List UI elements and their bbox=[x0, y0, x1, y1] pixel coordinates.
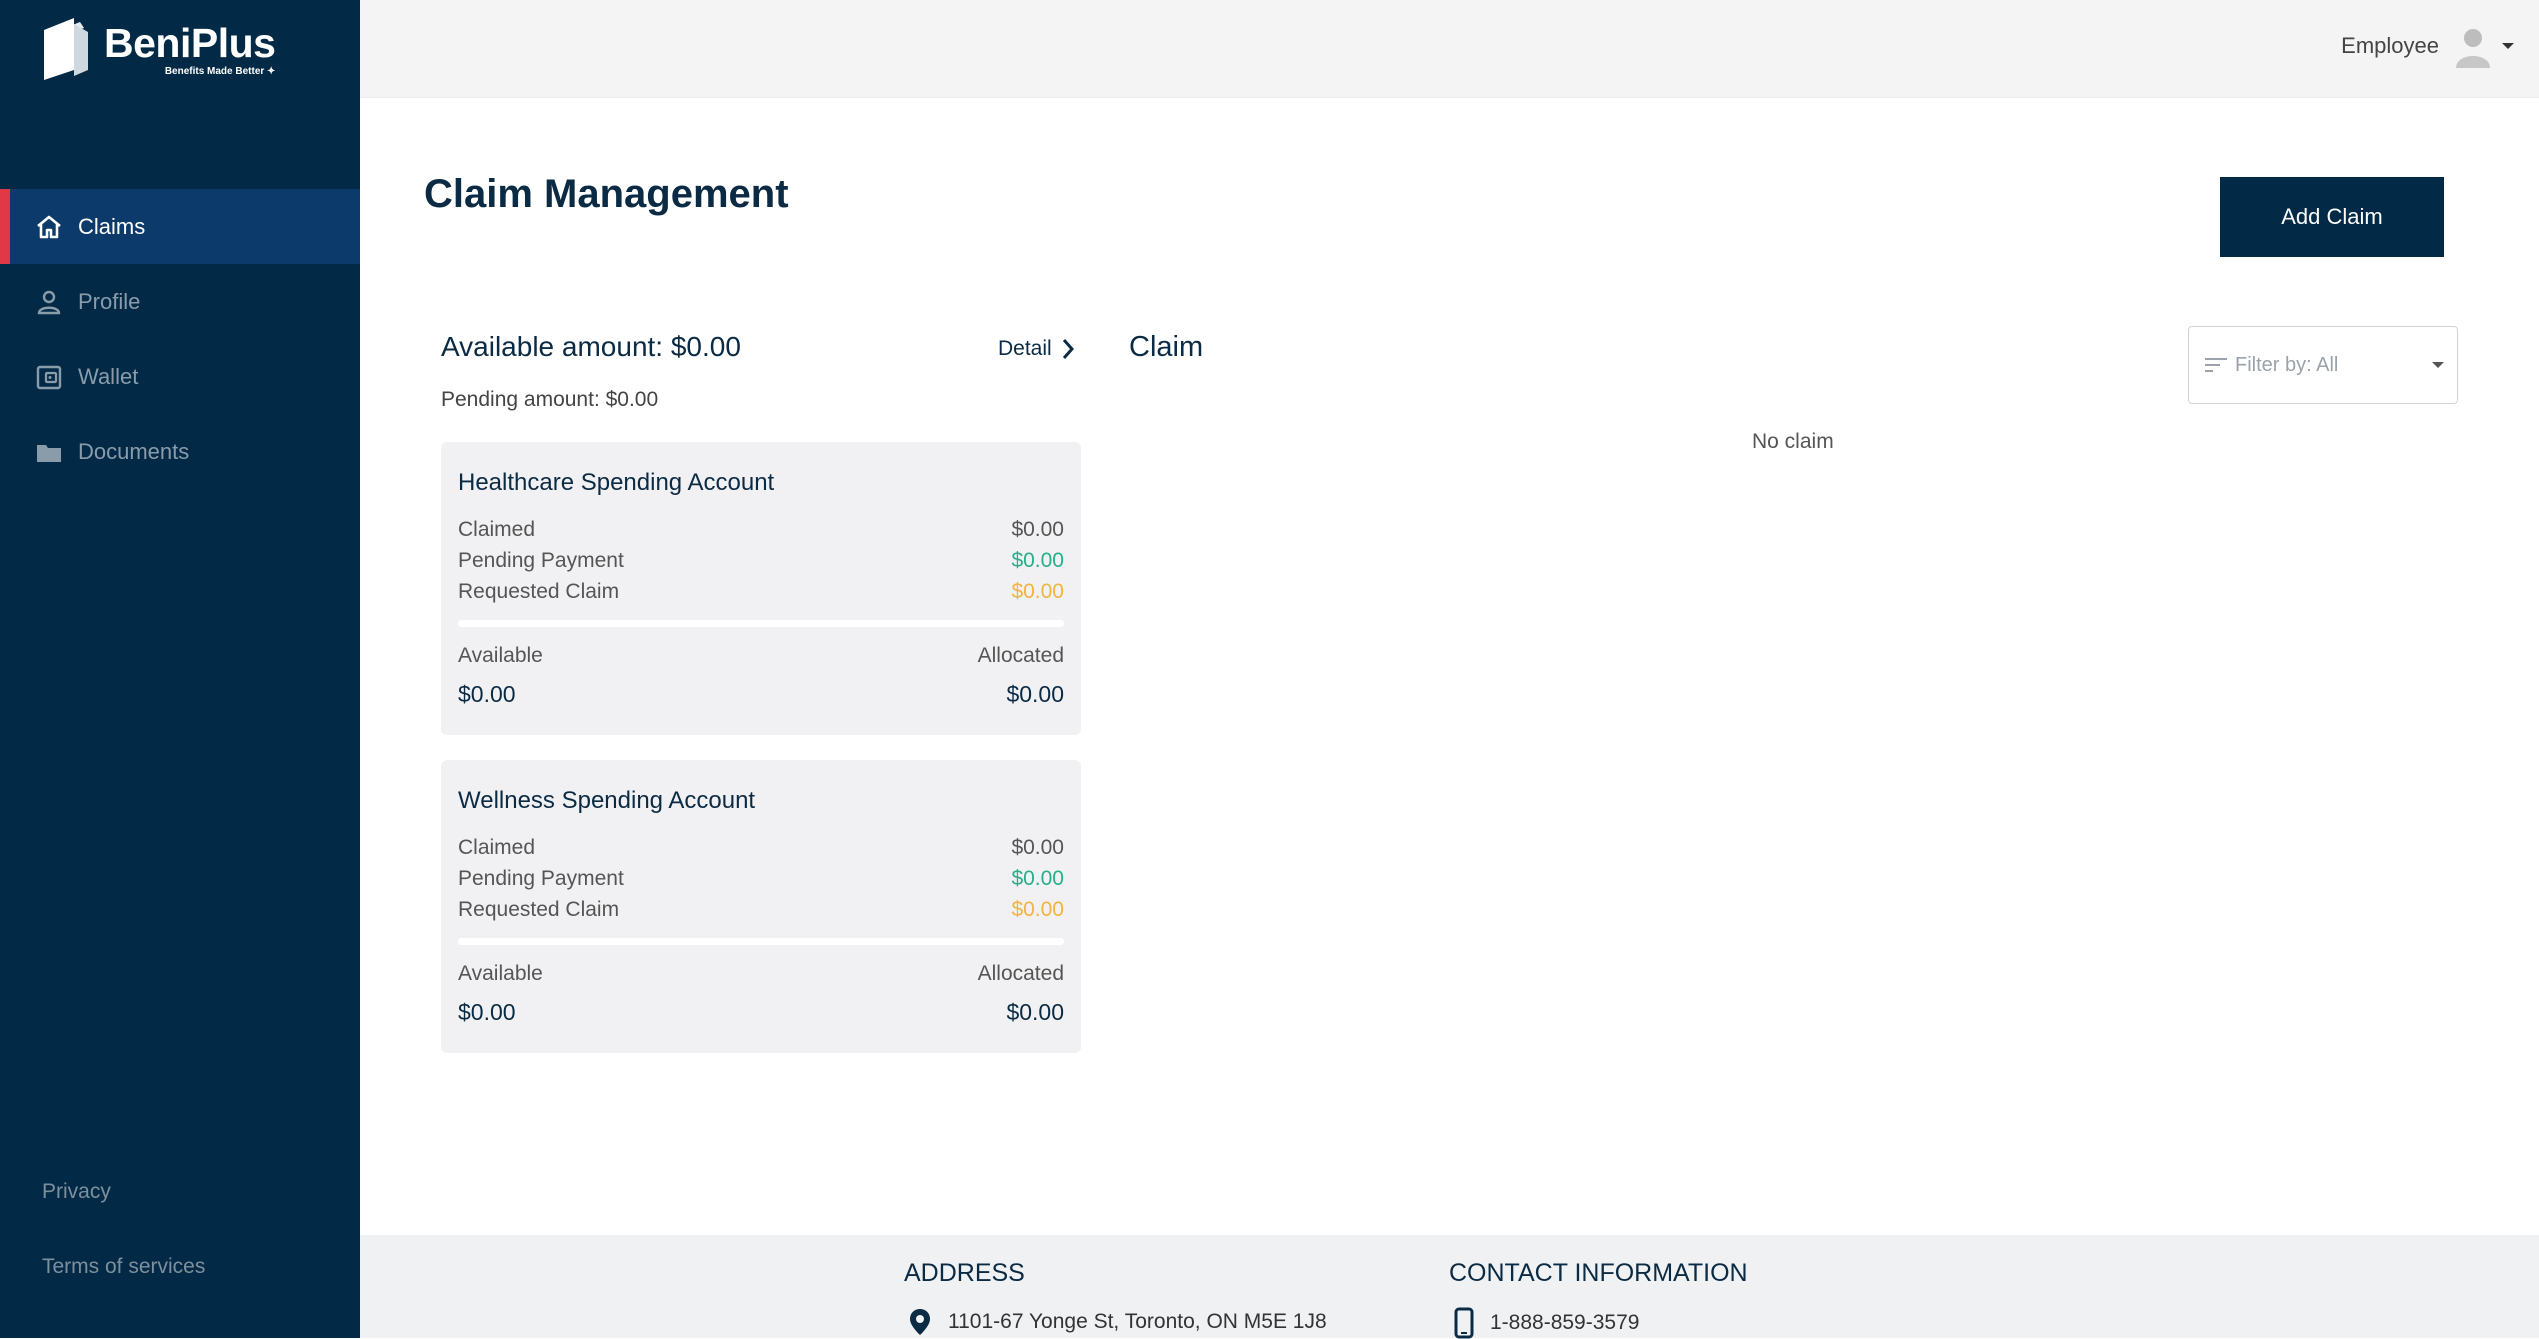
available-allocated-labels: Available Allocated bbox=[458, 962, 1064, 986]
address-line: 1101-67 Yonge St, Toronto, ON M5E 1J8 bbox=[908, 1307, 1327, 1337]
row-value: $0.00 bbox=[1011, 580, 1064, 603]
sidebar-item-profile[interactable]: Profile bbox=[0, 264, 360, 339]
sidebar-item-label: Documents bbox=[78, 438, 190, 464]
avatar-icon bbox=[2456, 29, 2490, 68]
allocated-value: $0.00 bbox=[1006, 999, 1064, 1025]
chevron-down-icon bbox=[2432, 362, 2444, 368]
claimed-row: Claimed $0.00 bbox=[458, 518, 1064, 542]
row-value: $0.00 bbox=[1011, 836, 1064, 859]
logo-icon bbox=[44, 18, 88, 80]
filter-value: Filter by: All bbox=[2235, 353, 2339, 376]
available-allocated-values: $0.00 $0.00 bbox=[458, 999, 1064, 1026]
row-label: Requested Claim bbox=[458, 580, 620, 603]
allocated-label: Allocated bbox=[977, 962, 1064, 985]
sidebar: BeniPlus Benefits Made Better ✦ Claims P… bbox=[0, 0, 360, 1338]
claim-section-title: Claim bbox=[1129, 331, 1204, 363]
phone-number[interactable]: 1-888-859-3579 bbox=[1490, 1311, 1639, 1335]
requested-claim-row: Requested Claim $0.00 bbox=[458, 580, 1064, 604]
pending-amount: Pending amount: $0.00 bbox=[441, 388, 659, 411]
user-menu[interactable]: Employee bbox=[2341, 24, 2517, 68]
available-value: $0.00 bbox=[458, 681, 516, 707]
claimed-row: Claimed $0.00 bbox=[458, 836, 1064, 860]
wellness-account-card: Wellness Spending Account Claimed $0.00 … bbox=[441, 760, 1081, 1053]
person-icon bbox=[34, 287, 64, 317]
address-heading: ADDRESS bbox=[904, 1259, 1025, 1287]
sidebar-nav: Claims Profile Wallet Documents bbox=[0, 189, 360, 489]
phone-icon bbox=[1454, 1307, 1474, 1339]
row-label: Pending Payment bbox=[458, 549, 624, 572]
brand-logo[interactable]: BeniPlus Benefits Made Better ✦ bbox=[40, 14, 276, 84]
available-label: Available bbox=[458, 962, 543, 985]
filter-select[interactable]: Filter by: All bbox=[2188, 326, 2458, 404]
allocated-label: Allocated bbox=[977, 644, 1064, 667]
folder-icon bbox=[34, 437, 64, 467]
card-title: Healthcare Spending Account bbox=[458, 469, 775, 496]
sidebar-item-documents[interactable]: Documents bbox=[0, 414, 360, 489]
home-icon bbox=[34, 212, 64, 242]
row-label: Pending Payment bbox=[458, 867, 624, 890]
sidebar-item-label: Wallet bbox=[78, 363, 139, 389]
healthcare-account-card: Healthcare Spending Account Claimed $0.0… bbox=[441, 442, 1081, 735]
sidebar-item-label: Profile bbox=[78, 288, 141, 314]
row-value: $0.00 bbox=[1011, 518, 1064, 541]
page-footer: ADDRESS 1101-67 Yonge St, Toronto, ON M5… bbox=[360, 1235, 2539, 1339]
brand-tagline: Benefits Made Better ✦ bbox=[164, 65, 276, 77]
user-role: Employee bbox=[2341, 33, 2439, 58]
available-value: $0.00 bbox=[458, 999, 516, 1025]
contact-heading: CONTACT INFORMATION bbox=[1449, 1259, 1748, 1287]
location-pin-icon bbox=[910, 1309, 930, 1335]
contact-line: 1-888-859-3579 bbox=[1454, 1307, 1639, 1339]
sidebar-item-label: Claims bbox=[78, 213, 146, 239]
address-text: 1101-67 Yonge St, Toronto, ON M5E 1J8 bbox=[948, 1310, 1327, 1333]
empty-state: No claim bbox=[1752, 430, 1834, 453]
card-divider bbox=[458, 938, 1064, 945]
pending-payment-row: Pending Payment $0.00 bbox=[458, 549, 1064, 573]
detail-label: Detail bbox=[998, 337, 1052, 360]
detail-link[interactable]: Detail bbox=[998, 336, 1078, 362]
available-allocated-values: $0.00 $0.00 bbox=[458, 681, 1064, 708]
allocated-value: $0.00 bbox=[1006, 681, 1064, 707]
brand-name: BeniPlus bbox=[104, 19, 276, 66]
sidebar-item-claims[interactable]: Claims bbox=[0, 189, 360, 264]
chevron-right-icon bbox=[1062, 339, 1074, 359]
available-allocated-labels: Available Allocated bbox=[458, 644, 1064, 668]
card-divider bbox=[458, 620, 1064, 627]
available-label: Available bbox=[458, 644, 543, 667]
filter-icon bbox=[2205, 358, 2227, 372]
available-amount: Available amount: $0.00 bbox=[441, 331, 741, 362]
row-value: $0.00 bbox=[1011, 867, 1064, 890]
row-value: $0.00 bbox=[1011, 549, 1064, 572]
chevron-down-icon bbox=[2502, 43, 2514, 49]
requested-claim-row: Requested Claim $0.00 bbox=[458, 898, 1064, 922]
add-claim-button[interactable]: Add Claim bbox=[2220, 177, 2444, 257]
top-bar: Employee bbox=[360, 0, 2539, 98]
pending-payment-row: Pending Payment $0.00 bbox=[458, 867, 1064, 891]
card-title: Wellness Spending Account bbox=[458, 787, 756, 814]
row-label: Requested Claim bbox=[458, 898, 620, 921]
wallet-icon bbox=[34, 362, 64, 392]
row-label: Claimed bbox=[458, 836, 536, 859]
row-value: $0.00 bbox=[1011, 898, 1064, 921]
privacy-link[interactable]: Privacy bbox=[42, 1180, 111, 1204]
page-title: Claim Management bbox=[424, 172, 789, 216]
sidebar-item-wallet[interactable]: Wallet bbox=[0, 339, 360, 414]
row-label: Claimed bbox=[458, 518, 536, 541]
terms-link[interactable]: Terms of services bbox=[42, 1255, 205, 1279]
